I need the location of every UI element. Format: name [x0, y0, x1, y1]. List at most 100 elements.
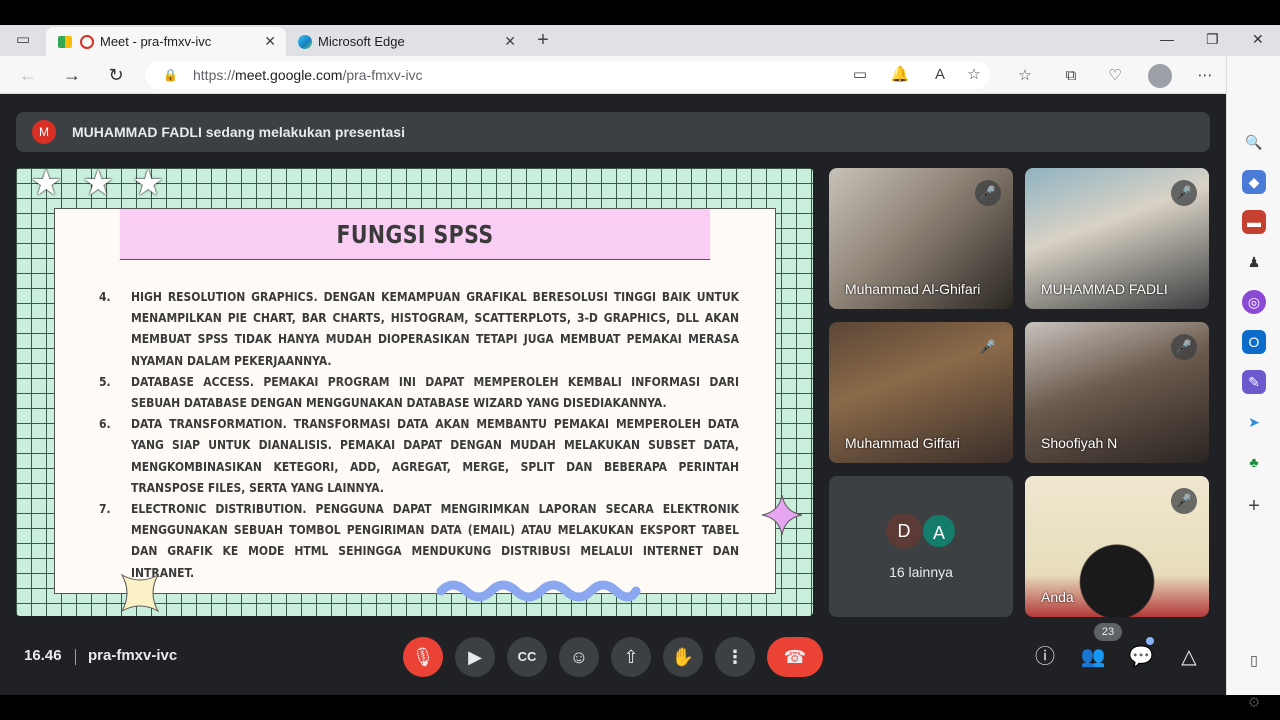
- add-icon[interactable]: +: [1242, 494, 1266, 518]
- window-close-icon[interactable]: ✕: [1252, 31, 1264, 48]
- games-icon[interactable]: ♟: [1242, 250, 1266, 274]
- back-icon[interactable]: ←: [16, 63, 40, 87]
- performance-icon[interactable]: ♡: [1104, 65, 1126, 87]
- chat-icon[interactable]: 💬: [1126, 642, 1156, 672]
- item-number: 4.: [99, 290, 111, 304]
- present-button[interactable]: ⇧: [611, 637, 651, 677]
- banner-text: MUHAMMAD FADLI sedang melakukan presenta…: [72, 124, 405, 140]
- office-icon[interactable]: ◎: [1242, 290, 1266, 314]
- star-decoration: [120, 573, 160, 613]
- slide-card: FUNGSI SPSS 4. HIGH RESOLUTION GRAPHICS. …: [54, 208, 776, 594]
- star-icon: ★: [30, 168, 63, 203]
- collections-icon[interactable]: ⧉: [1060, 65, 1082, 87]
- chat-notification-dot: [1146, 637, 1154, 645]
- raise-hand-button[interactable]: ✋: [663, 637, 703, 677]
- reactions-button[interactable]: ☺: [559, 637, 599, 677]
- item-text: DATABASE ACCESS. PEMAKAI PROGRAM INI DAP…: [131, 374, 739, 411]
- search-icon[interactable]: 🔍: [1242, 130, 1266, 154]
- participant-tile[interactable]: 🎤 Muhammad Al-Ghifari: [829, 168, 1013, 309]
- url-host: meet.google.com: [235, 67, 343, 83]
- meet-logo-icon: [58, 35, 72, 48]
- item-number: 7.: [99, 502, 111, 517]
- new-tab-icon[interactable]: +: [532, 29, 554, 51]
- url-field[interactable]: 🔒 https://meet.google.com/pra-fmxv-ivc ▭…: [145, 61, 990, 89]
- settings-icon[interactable]: ⚙: [1242, 690, 1266, 714]
- wave-decoration: [436, 580, 641, 602]
- browser-window: ▭ Meet - pra-fmxv-ivc ✕ Microsoft Edge ✕…: [0, 25, 1280, 710]
- favorite-add-icon[interactable]: ☆: [963, 64, 985, 86]
- captions-button[interactable]: CC: [507, 637, 547, 677]
- star-icon: ★: [132, 168, 165, 203]
- lock-icon: 🔒: [163, 68, 178, 82]
- recording-icon: [80, 34, 94, 49]
- mic-off-icon: 🎤: [979, 339, 997, 354]
- list-item: 4. HIGH RESOLUTION GRAPHICS. DENGAN KEMAM…: [99, 287, 739, 372]
- camera-toggle-button[interactable]: ▶: [455, 637, 495, 677]
- activities-icon[interactable]: △: [1174, 642, 1204, 672]
- tab-actions-icon[interactable]: ▭: [12, 29, 34, 51]
- reload-icon[interactable]: ↻: [104, 63, 128, 87]
- shopping-icon[interactable]: ◆: [1242, 170, 1266, 194]
- list-item: 7. ELECTRONIC DISTRIBUTION. PENGGUNA DAPA…: [99, 499, 739, 584]
- avatar: D: [886, 513, 922, 549]
- outlook-icon[interactable]: O: [1242, 330, 1266, 354]
- meeting-code: pra-fmxv-ivc: [88, 647, 178, 664]
- star-icon: ★: [82, 168, 115, 203]
- avatar: M: [32, 120, 56, 144]
- participant-name: Muhammad Giffari: [845, 435, 960, 451]
- more-menu-icon[interactable]: ⋯: [1194, 65, 1216, 87]
- camera-icon[interactable]: ▭: [849, 64, 871, 86]
- item-number: 6.: [99, 417, 111, 432]
- url-prefix: https://: [193, 67, 236, 83]
- participant-tile[interactable]: 🎤 Shoofiyah N: [1025, 322, 1209, 463]
- slide-list: 4. HIGH RESOLUTION GRAPHICS. DENGAN KEMAM…: [99, 287, 739, 584]
- presentation-slide: ★ ★ ★ FUNGSI SPSS 4. HIGH RESOLUTION GRAP…: [16, 168, 813, 616]
- tab-meet[interactable]: Meet - pra-fmxv-ivc ✕: [46, 27, 286, 56]
- restore-icon[interactable]: ❐: [1206, 31, 1219, 48]
- forward-icon[interactable]: →: [60, 63, 84, 87]
- item-text: DATA TRANSFORMATION. TRANSFORMASI DATA A…: [131, 417, 739, 495]
- tab-label: Microsoft Edge: [318, 34, 405, 49]
- favorites-icon[interactable]: ☆: [1014, 65, 1036, 87]
- leave-call-button[interactable]: ☎: [767, 637, 823, 677]
- participant-name: Muhammad Al-Ghifari: [845, 281, 981, 297]
- meeting-time: 16.46: [24, 647, 62, 664]
- tab-edge[interactable]: Microsoft Edge ✕: [290, 27, 526, 56]
- more-options-button[interactable]: ⋮: [715, 637, 755, 677]
- item-text: HIGH RESOLUTION GRAPHICS. DENGAN KEMAMPU…: [131, 290, 739, 368]
- participant-tile[interactable]: 🎤 Anda: [1025, 476, 1209, 617]
- list-item: 6. DATA TRANSFORMATION. TRANSFORMASI DATA…: [99, 414, 739, 499]
- tools-icon[interactable]: ▬: [1242, 210, 1266, 234]
- list-item: 5. DATABASE ACCESS. PEMAKAI PROGRAM INI D…: [99, 372, 739, 414]
- sidebar-toggle-icon[interactable]: ▯: [1242, 648, 1266, 672]
- notifications-blocked-icon[interactable]: 🔔: [889, 64, 911, 86]
- tree-icon[interactable]: ♣: [1242, 450, 1266, 474]
- url-path: /pra-fmxv-ivc: [342, 67, 423, 83]
- info-icon[interactable]: ⓘ: [1030, 642, 1060, 672]
- read-aloud-icon[interactable]: A: [929, 64, 951, 86]
- item-number: 5.: [99, 374, 111, 389]
- people-icon[interactable]: 👥: [1078, 642, 1108, 672]
- close-icon[interactable]: ✕: [264, 33, 276, 50]
- others-tile[interactable]: D A 16 lainnya: [829, 476, 1013, 617]
- others-count: 16 lainnya: [889, 564, 953, 580]
- participant-tile[interactable]: 🎤 Muhammad Giffari: [829, 322, 1013, 463]
- edge-logo-icon: [298, 34, 312, 49]
- mic-off-icon: 🎤: [1171, 334, 1197, 360]
- participant-count-badge: 23: [1094, 623, 1122, 641]
- participant-tile[interactable]: 🎤 MUHAMMAD FADLI: [1025, 168, 1209, 309]
- profile-avatar[interactable]: [1148, 64, 1172, 88]
- meet-stage: M MUHAMMAD FADLI sedang melakukan presen…: [0, 95, 1226, 695]
- mic-toggle-button[interactable]: 🎙: [403, 637, 443, 677]
- edge-sidebar: 🔍 ◆ ▬ ♟ ◎ O ✎ ➤ ♣ + ▯ ⚙: [1226, 56, 1280, 710]
- sparkle-decoration: [762, 495, 802, 535]
- item-text: ELECTRONIC DISTRIBUTION. PENGGUNA DAPAT …: [131, 502, 739, 580]
- close-icon[interactable]: ✕: [504, 33, 516, 50]
- participant-name: MUHAMMAD FADLI: [1041, 281, 1168, 297]
- minimize-icon[interactable]: —: [1160, 31, 1174, 47]
- presentation-banner: M MUHAMMAD FADLI sedang melakukan presen…: [16, 112, 1210, 152]
- slide-title: FUNGSI SPSS: [119, 209, 711, 260]
- send-icon[interactable]: ➤: [1242, 410, 1266, 434]
- mic-off-icon: 🎤: [1171, 180, 1197, 206]
- designer-icon[interactable]: ✎: [1242, 370, 1266, 394]
